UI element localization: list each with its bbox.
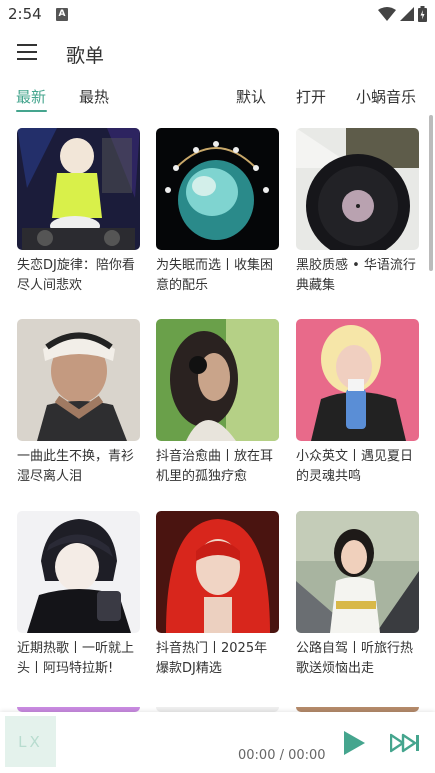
playlist-cover xyxy=(156,702,279,712)
playlist-cover xyxy=(296,319,419,441)
wifi-icon xyxy=(378,7,396,21)
app-bar: 歌单 xyxy=(0,32,435,76)
playlist-title: 公路自驾丨听旅行热歌送烦恼出走 xyxy=(296,641,414,676)
playlist-title: 一曲此生不换，青衫湿尽离人泪 xyxy=(17,449,135,484)
skip-next-icon[interactable] xyxy=(390,733,420,753)
playlist-cover xyxy=(17,511,140,633)
playlist-card[interactable]: 近期热歌丨一听就上头丨阿玛特拉斯! xyxy=(17,511,140,679)
playlist-cover xyxy=(296,128,419,250)
source-xiaowo-button[interactable]: 小蜗音乐 xyxy=(356,86,416,107)
playlist-card[interactable]: 一曲此生不换，青衫湿尽离人泪 xyxy=(17,319,140,487)
cellular-signal-icon xyxy=(400,7,414,21)
playback-time: 00:00 / 00:00 xyxy=(238,748,326,763)
playlist-title: 近期热歌丨一听就上头丨阿玛特拉斯! xyxy=(17,641,135,676)
play-icon[interactable] xyxy=(341,730,367,756)
playlist-title: 抖音热门丨2025年爆款DJ精选 xyxy=(156,641,268,676)
playlist-card[interactable]: 公路自驾丨听旅行热歌送烦恼出走 xyxy=(296,511,419,679)
playlist-cover xyxy=(156,511,279,633)
playlist-card[interactable]: 黑胶质感 • 华语流行典藏集 xyxy=(296,128,419,296)
playlist-cover xyxy=(17,128,140,250)
source-default-button[interactable]: 默认 xyxy=(236,86,266,107)
tab-hottest[interactable]: 最热 xyxy=(79,86,109,107)
notification-icon: A xyxy=(56,8,68,21)
playlist-card[interactable] xyxy=(296,702,419,712)
playlist-cover xyxy=(17,319,140,441)
player-cover-logo[interactable]: LX xyxy=(5,716,56,767)
playlist-card[interactable]: 抖音治愈曲丨放在耳机里的孤独疗愈 xyxy=(156,319,279,487)
scrollbar[interactable] xyxy=(429,115,433,271)
playlist-title: 黑胶质感 • 华语流行典藏集 xyxy=(296,258,416,293)
sort-tabs: 最新 最热 默认 打开 小蜗音乐 xyxy=(0,82,435,112)
playlist-card[interactable]: 失恋DJ旋律：陪你看尽人间悲欢 xyxy=(17,128,140,296)
playlist-title: 为失眠而选丨收集困意的配乐 xyxy=(156,258,274,293)
tab-indicator xyxy=(16,110,47,112)
playlist-card[interactable] xyxy=(156,702,279,712)
playlist-title: 小众英文丨遇见夏日的灵魂共鸣 xyxy=(296,449,414,484)
playlist-card[interactable]: 抖音热门丨2025年爆款DJ精选 xyxy=(156,511,279,679)
page-title: 歌单 xyxy=(66,45,105,67)
playlist-cover xyxy=(296,511,419,633)
playlist-card[interactable]: 小众英文丨遇见夏日的灵魂共鸣 xyxy=(296,319,419,487)
open-button[interactable]: 打开 xyxy=(296,86,326,107)
mini-player: LX 00:00 / 00:00 xyxy=(0,712,435,773)
tab-newest[interactable]: 最新 xyxy=(16,86,46,107)
playlist-cover xyxy=(17,702,140,712)
battery-icon xyxy=(418,6,427,22)
playlist-card[interactable]: 为失眠而选丨收集困意的配乐 xyxy=(156,128,279,296)
menu-icon[interactable] xyxy=(17,44,39,64)
playlist-cover xyxy=(156,128,279,250)
playlist-title: 抖音治愈曲丨放在耳机里的孤独疗愈 xyxy=(156,449,274,484)
status-bar: 2:54 A xyxy=(0,0,435,30)
status-time: 2:54 xyxy=(8,5,42,23)
status-icons xyxy=(378,6,427,22)
playlist-title: 失恋DJ旋律：陪你看尽人间悲欢 xyxy=(17,258,135,293)
playlist-cover xyxy=(156,319,279,441)
playlist-cover xyxy=(296,702,419,712)
playlist-card[interactable] xyxy=(17,702,140,712)
